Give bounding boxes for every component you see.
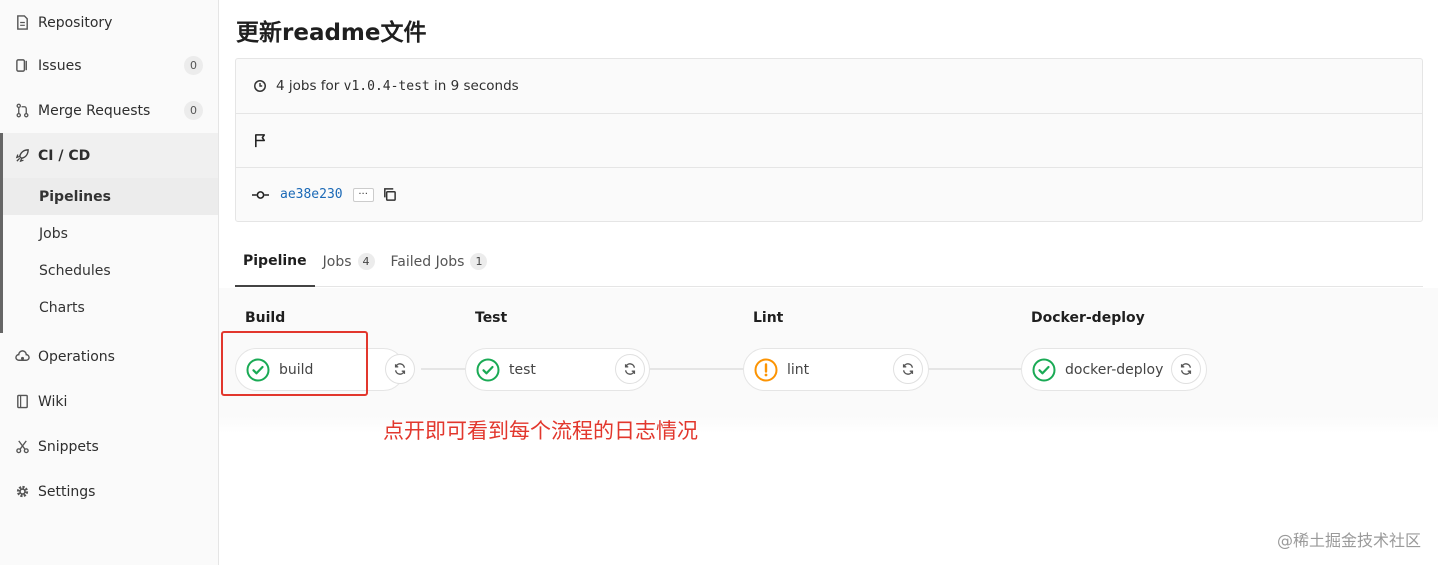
sidebar-item-issues[interactable]: Issues 0 <box>0 43 218 88</box>
pipeline-tabs: Pipeline Jobs 4 Failed Jobs 1 <box>235 236 1423 287</box>
sidebar-subitem-schedules[interactable]: Schedules <box>3 252 218 289</box>
job-name: test <box>509 361 536 378</box>
annotation-highlight-box <box>221 331 368 396</box>
sidebar-subitem-charts[interactable]: Charts <box>3 289 218 326</box>
stage-connector <box>421 368 468 370</box>
tab-pipeline[interactable]: Pipeline <box>235 236 315 287</box>
cloud-gear-icon <box>14 349 30 365</box>
watermark: @稀土掘金技术社区 <box>1276 531 1421 550</box>
tab-label: Jobs <box>322 253 352 270</box>
issues-icon <box>14 58 30 74</box>
sidebar-item-label: Snippets <box>38 438 99 455</box>
status-warning-icon <box>754 358 778 382</box>
gear-icon <box>14 484 30 500</box>
stage-connector <box>650 368 747 370</box>
tab-label: Failed Jobs <box>390 253 465 270</box>
page-title: 更新readme文件 <box>236 20 427 46</box>
sidebar: Repository Issues 0 Merge Requests 0 CI … <box>0 0 219 565</box>
status-success-icon <box>476 358 500 382</box>
stage-title-docker-deploy: Docker-deploy <box>1031 310 1145 326</box>
stage-title-build: Build <box>245 310 286 326</box>
tab-label: Pipeline <box>243 252 307 269</box>
job-name: lint <box>787 361 810 378</box>
jobs-count-text: 4 jobs for <box>276 78 344 94</box>
tab-jobs[interactable]: Jobs 4 <box>315 236 383 287</box>
clock-icon <box>251 77 269 95</box>
commit-icon <box>251 186 269 204</box>
issues-count-badge: 0 <box>184 56 203 75</box>
sidebar-item-label: Issues <box>38 57 82 74</box>
commit-message-toggle-button[interactable]: ··· <box>352 187 374 202</box>
rocket-icon <box>14 148 30 164</box>
tab-failed-jobs[interactable]: Failed Jobs 1 <box>383 236 496 287</box>
retry-icon[interactable] <box>615 354 645 384</box>
sidebar-item-snippets[interactable]: Snippets <box>0 424 218 469</box>
sidebar-item-wiki[interactable]: Wiki <box>0 379 218 424</box>
sidebar-item-merge-requests[interactable]: Merge Requests 0 <box>0 88 218 133</box>
merge-requests-count-badge: 0 <box>184 101 203 120</box>
ref-name[interactable]: v1.0.4-test <box>344 79 430 94</box>
scissors-icon <box>14 439 30 455</box>
sidebar-subitem-jobs[interactable]: Jobs <box>3 215 218 252</box>
sidebar-item-label: Merge Requests <box>38 102 151 119</box>
stage-title-test: Test <box>475 310 508 326</box>
sidebar-item-label: Operations <box>38 348 115 365</box>
sidebar-item-operations[interactable]: Operations <box>0 334 218 379</box>
duration-text: in 9 seconds <box>429 78 519 94</box>
sidebar-subitem-pipelines[interactable]: Pipelines <box>3 178 218 215</box>
flag-icon <box>251 132 269 150</box>
sidebar-item-label: Settings <box>38 483 96 500</box>
sidebar-item-label: Wiki <box>38 393 68 410</box>
sidebar-item-label: Repository <box>38 14 113 31</box>
cicd-submenu: Pipelines Jobs Schedules Charts <box>0 178 218 333</box>
copy-sha-icon[interactable] <box>382 187 398 203</box>
sidebar-item-label: CI / CD <box>38 147 91 164</box>
commit-row: ae38e230 ··· <box>236 167 1422 221</box>
pipeline-graph: Build build Test test Lint lint Docker-d… <box>219 288 1438 433</box>
retry-icon[interactable] <box>1171 354 1201 384</box>
commit-sha-link[interactable]: ae38e230 <box>280 187 343 202</box>
sidebar-item-cicd[interactable]: CI / CD <box>0 133 218 178</box>
stage-title-lint: Lint <box>753 310 784 326</box>
retry-icon[interactable] <box>385 354 415 384</box>
stage-connector <box>928 368 1025 370</box>
sidebar-item-settings[interactable]: Settings <box>0 469 218 514</box>
sidebar-item-repository[interactable]: Repository <box>0 0 218 45</box>
annotation-text: 点开即可看到每个流程的日志情况 <box>383 419 698 443</box>
merge-request-icon <box>14 103 30 119</box>
retry-icon[interactable] <box>893 354 923 384</box>
book-icon <box>14 394 30 410</box>
flag-row <box>236 113 1422 167</box>
jobs-count-badge: 4 <box>357 253 375 270</box>
pipeline-info-box: 4 jobs for v1.0.4-test in 9 seconds ae38… <box>235 58 1423 222</box>
status-success-icon <box>1032 358 1056 382</box>
pipeline-summary-row: 4 jobs for v1.0.4-test in 9 seconds <box>236 59 1422 113</box>
job-name: docker-deploy <box>1065 361 1164 378</box>
failed-jobs-count-badge: 1 <box>470 253 488 270</box>
document-icon <box>14 15 30 31</box>
